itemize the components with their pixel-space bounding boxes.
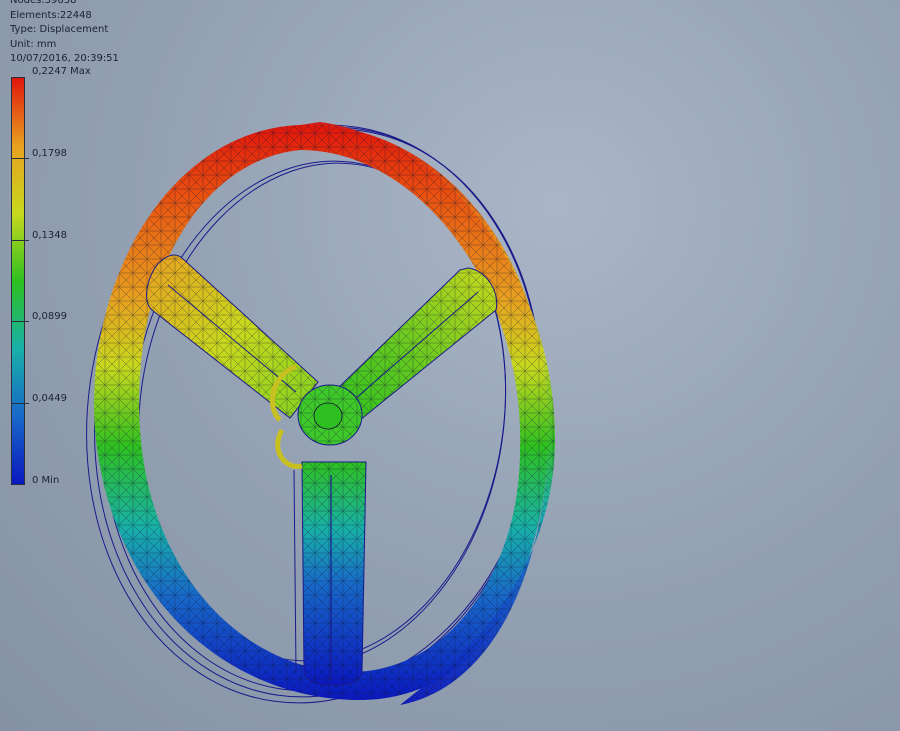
result-unit: Unit: mm (10, 38, 57, 50)
legend-tick (11, 321, 29, 322)
legend-tick-label: 0,0449 (32, 393, 67, 404)
spoke-upper-left (146, 254, 319, 419)
legend-tick-label: 0,1348 (32, 230, 67, 241)
legend-tick (11, 158, 29, 159)
legend-tick-label: 0,0899 (32, 311, 67, 322)
spoke-upper-right (337, 267, 498, 421)
graphics-viewport[interactable]: Nodes:39638 Elements:22448 Type: Displac… (0, 0, 900, 731)
fea-model-view[interactable] (0, 0, 900, 731)
legend-max-label: 0,2247 Max (32, 66, 91, 77)
result-timestamp: 10/07/2016, 20:39:51 (10, 53, 119, 65)
legend-color-bar (11, 77, 25, 485)
legend-tick (11, 240, 29, 241)
spoke-lower (293, 461, 367, 686)
legend-tick-label: 0,1798 (32, 148, 67, 159)
legend-min-label: 0 Min (32, 475, 60, 486)
result-type: Type: Displacement (10, 24, 109, 36)
legend-tick (11, 403, 29, 404)
elements-count: Elements:22448 (10, 9, 92, 21)
nodes-count: Nodes:39638 (10, 0, 77, 6)
result-info: Nodes:39638 Elements:22448 Type: Displac… (10, 0, 119, 67)
